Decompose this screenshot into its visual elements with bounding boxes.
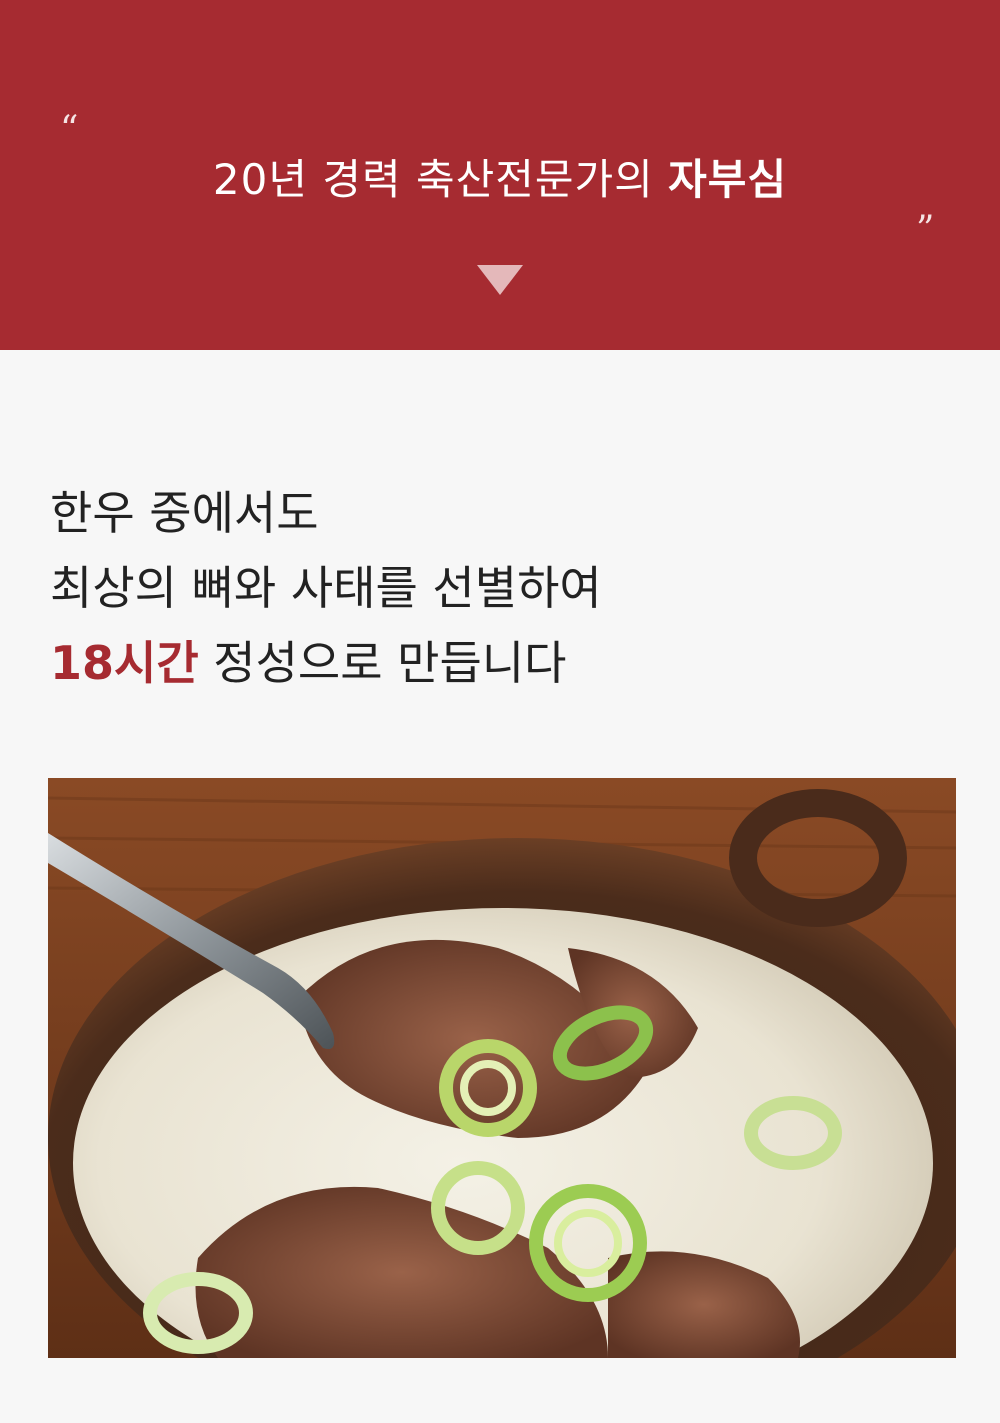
close-quote-icon: ”	[916, 209, 935, 250]
title-regular: 20년 경력 축산전문가의	[212, 155, 654, 204]
down-arrow-icon	[477, 265, 523, 295]
highlight-hours: 18시간	[50, 636, 199, 690]
description-line-3: 18시간 정성으로 만듭니다	[50, 626, 950, 701]
beef-bone-soup-photo	[48, 778, 956, 1358]
page-title: 20년 경력 축산전문가의 자부심	[0, 150, 1000, 210]
description-line-2: 최상의 뼈와 사태를 선별하여	[50, 561, 602, 615]
description: 한우 중에서도 최상의 뼈와 사태를 선별하여 18시간 정성으로 만듭니다	[50, 476, 950, 701]
description-line-1: 한우 중에서도	[50, 486, 319, 540]
description-line-3-rest: 정성으로 만듭니다	[213, 636, 567, 690]
open-quote-icon: “	[60, 109, 79, 150]
header-banner: “ 20년 경력 축산전문가의 자부심 ”	[0, 0, 1000, 350]
title-bold: 자부심	[668, 155, 788, 204]
